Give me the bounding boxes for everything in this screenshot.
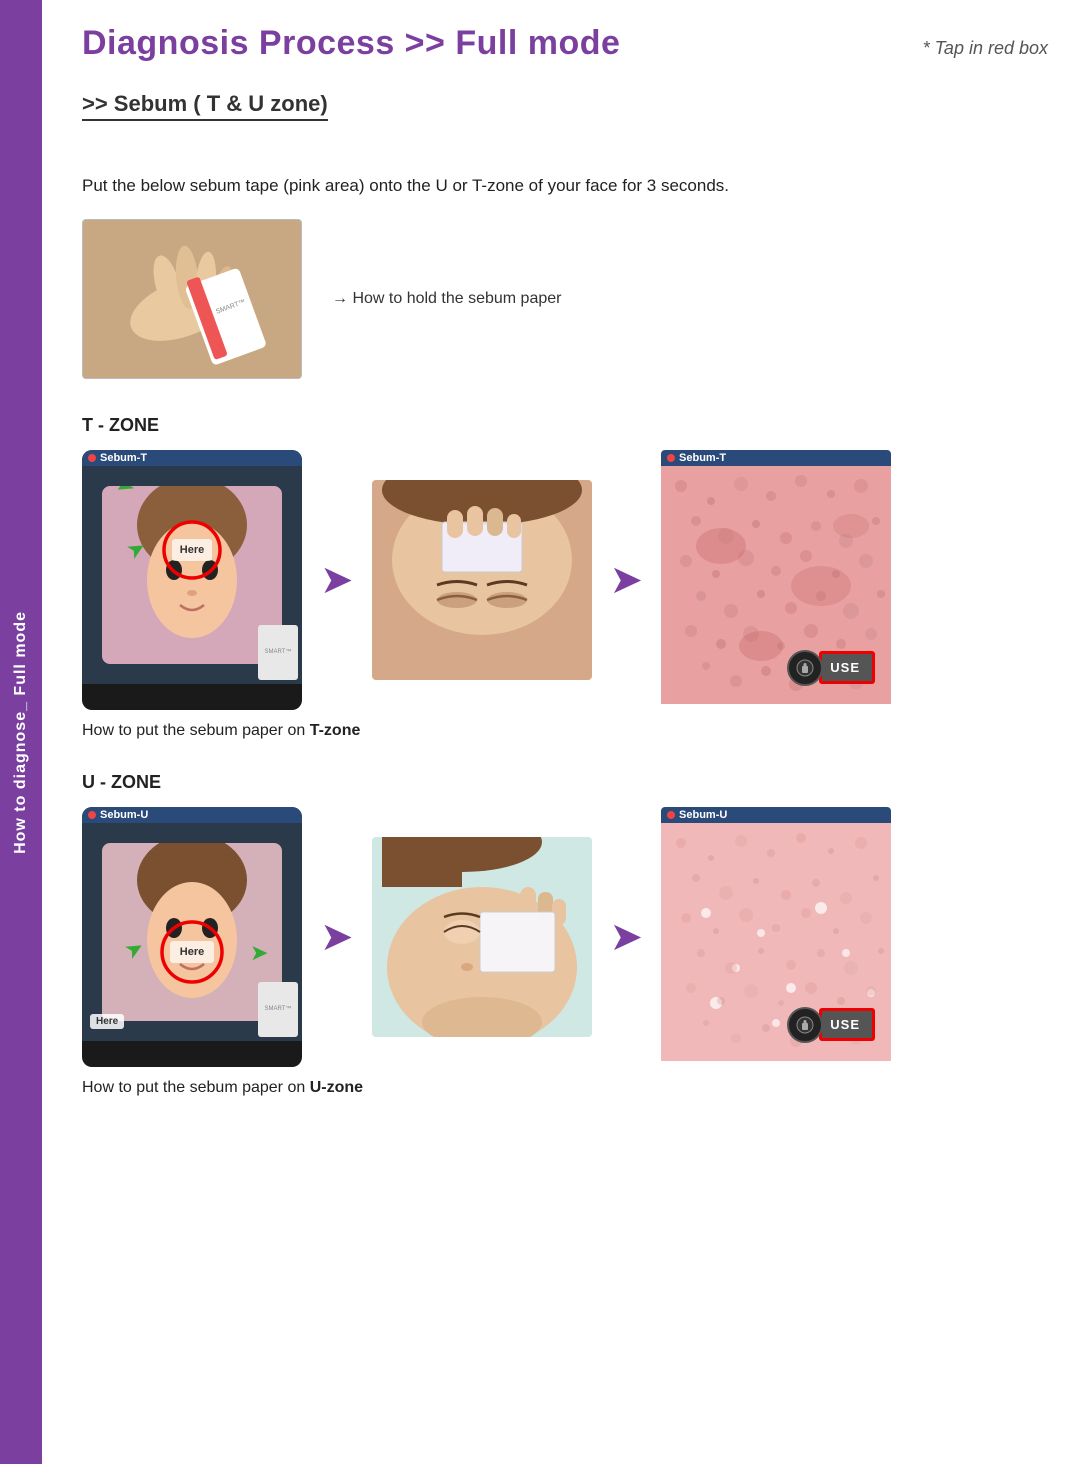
u-zone-phone-label: Sebum-U (100, 809, 148, 821)
t-zone-caption: How to put the sebum paper on T-zone (82, 722, 1048, 740)
t-zone-arrow-2: ➤ (610, 560, 644, 600)
u-zone-caption: How to put the sebum paper on U-zone (82, 1079, 1048, 1097)
sebum-tape-row: SMART™ → How to hold the sebum paper (82, 219, 1048, 379)
svg-text:Here: Here (180, 544, 204, 556)
u-zone-phone-label-bar: Sebum-U (82, 807, 302, 823)
u-zone-use-button-area[interactable]: USE (787, 1007, 875, 1043)
sidebar: How to diagnose_ Full mode (0, 0, 42, 1464)
u-zone-use-button[interactable]: USE (819, 1008, 875, 1041)
u-zone-phone-screen: Sebum-U (82, 807, 302, 1067)
u-zone-caption-zone: U-zone (310, 1079, 363, 1096)
t-zone-phone-label-bar: Sebum-T (82, 450, 302, 466)
t-zone-phone-screen: Sebum-T (82, 450, 302, 710)
svg-text:➤: ➤ (120, 933, 148, 964)
svg-text:➤: ➤ (250, 940, 268, 965)
svg-text:➤: ➤ (112, 486, 139, 502)
header-note: * Tap in red box (923, 38, 1048, 59)
sebum-tape-caption: → How to hold the sebum paper (332, 290, 561, 308)
t-zone-caption-prefix: How to put the sebum paper on (82, 722, 310, 739)
t-zone-use-button-area[interactable]: USE (787, 650, 875, 686)
t-zone-phone-label: Sebum-T (100, 452, 147, 464)
u-zone-closeup-dot (667, 811, 675, 819)
u-zone-arrow-2: ➤ (610, 917, 644, 957)
u-zone-arrow-1: ➤ (320, 917, 354, 957)
intro-text: Put the below sebum tape (pink area) ont… (82, 173, 1048, 199)
section-heading: >> Sebum ( T & U zone) (82, 91, 328, 121)
u-zone-step-row: Sebum-U (82, 807, 1048, 1067)
t-zone-closeup: Sebum-T (661, 450, 891, 710)
u-zone-label: U - ZONE (82, 772, 1048, 793)
t-zone-closeup-dot (667, 454, 675, 462)
u-zone-use-button-circle[interactable] (787, 1007, 823, 1043)
u-zone-dot (88, 811, 96, 819)
t-zone-dot (88, 454, 96, 462)
svg-text:Here: Here (180, 946, 204, 958)
t-zone-center-photo (372, 480, 592, 680)
t-zone-use-button[interactable]: USE (819, 651, 875, 684)
u-zone-caption-prefix: How to put the sebum paper on (82, 1079, 310, 1096)
sidebar-label: How to diagnose_ Full mode (12, 611, 30, 854)
u-zone-closeup-label: Sebum-U (679, 809, 727, 821)
t-zone-caption-zone: T-zone (310, 722, 361, 739)
t-zone-use-button-circle[interactable] (787, 650, 823, 686)
t-zone-closeup-label-bar: Sebum-T (661, 450, 891, 466)
sebum-tape-image: SMART™ (82, 219, 302, 379)
u-zone-closeup-label-bar: Sebum-U (661, 807, 891, 823)
t-zone-step-row: Sebum-T (82, 450, 1048, 710)
t-zone-arrow-1: ➤ (320, 560, 354, 600)
page-title: Diagnosis Process >> Full mode (82, 24, 620, 63)
t-zone-closeup-label: Sebum-T (679, 452, 726, 464)
t-zone-label: T - ZONE (82, 415, 1048, 436)
u-zone-closeup: Sebum-U (661, 807, 891, 1067)
page-header: Diagnosis Process >> Full mode * Tap in … (82, 24, 1048, 63)
main-content: Diagnosis Process >> Full mode * Tap in … (42, 0, 1088, 1464)
u-zone-center-photo (372, 837, 592, 1037)
